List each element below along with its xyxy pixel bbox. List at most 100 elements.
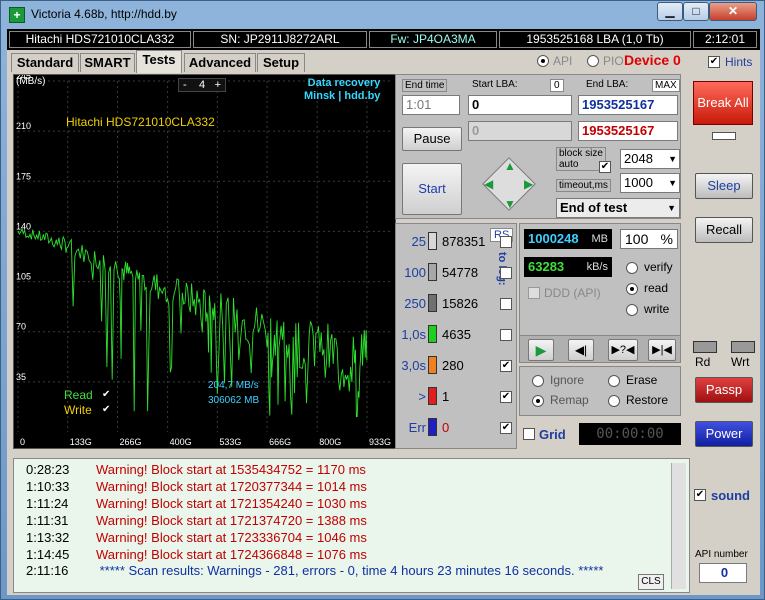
log-time: 0:28:23 (26, 462, 70, 477)
x-tick-label: 266G (119, 437, 141, 447)
api-number-field[interactable]: 0 (699, 563, 747, 583)
drive-serial: SN: JP2911J8272ARL (193, 31, 367, 48)
ddd-checkbox[interactable] (528, 287, 540, 299)
direction-pad[interactable]: ▲ ▼ ◀ ▶ (476, 151, 542, 217)
grid-label: Grid (539, 427, 566, 442)
zoom-minus[interactable]: - (183, 79, 187, 91)
log-row: 0:28:23 Warning! Block start at 153543475… (26, 462, 366, 479)
end-action-value: End of test (560, 200, 628, 215)
maximize-button[interactable]: □ (683, 2, 709, 21)
start-button[interactable]: Start (402, 163, 462, 215)
ignore-radio[interactable] (532, 375, 544, 387)
wrt-label: Wrt (731, 355, 750, 369)
block-size-select[interactable]: 2048 ▼ (620, 149, 680, 169)
read-radio[interactable] (626, 283, 638, 295)
hints-checkbox[interactable]: ✔ (708, 56, 720, 68)
to-log-checkbox[interactable] (500, 298, 512, 310)
write-radio[interactable] (626, 304, 638, 316)
zoom-plus[interactable]: + (215, 79, 221, 91)
power-button[interactable]: Power (695, 421, 753, 447)
device-label: Device 0 (624, 52, 681, 68)
log-row: 1:13:32 Warning! Block start at 172333670… (26, 530, 367, 547)
title-bar[interactable]: + Victoria 4.68b, http://hdd.by ▁ □ ✕ (1, 1, 765, 29)
stat-count: 4635 (442, 327, 471, 342)
arrow-left-icon[interactable]: ◀ (484, 177, 493, 191)
tab-setup[interactable]: Setup (257, 53, 305, 72)
log-row: 1:10:33 Warning! Block start at 172037734… (26, 479, 367, 496)
sleep-button[interactable]: Sleep (695, 173, 753, 199)
api-radio[interactable] (537, 55, 549, 67)
test-settings-panel: End time 1:01 Start LBA: 0 0 0 End LBA: … (395, 74, 681, 219)
restore-radio[interactable] (608, 395, 620, 407)
arrow-right-icon[interactable]: ▶ (524, 177, 533, 191)
verify-radio[interactable] (626, 262, 638, 274)
log-time: 1:14:45 (26, 547, 70, 562)
to-log-checkbox[interactable]: ✔ (500, 391, 512, 403)
stat-label: 1,0s (401, 327, 426, 342)
read-mode-label: read (644, 281, 669, 295)
zoom-value: 4 (198, 79, 206, 91)
progress-speed-value: 63283 (528, 259, 565, 274)
read-label: Read (64, 388, 93, 402)
block-auto-checkbox[interactable]: ✔ (599, 161, 611, 173)
to-log-checkbox[interactable] (500, 236, 512, 248)
break-all-button[interactable]: Break All (693, 81, 753, 125)
stat-row: 25 878351 (396, 232, 516, 252)
restore-label: Restore (626, 393, 669, 407)
erase-radio[interactable] (608, 375, 620, 387)
hints-label: Hints (725, 55, 753, 69)
zoom-control: - 4 + (178, 78, 226, 92)
pause-button[interactable]: Pause (402, 127, 462, 151)
timeout-label: timeout,ms (556, 179, 611, 192)
to-log-checkbox[interactable] (500, 329, 512, 341)
to-log-checkbox[interactable]: ✔ (500, 422, 512, 434)
write-mode-label: write (644, 302, 670, 316)
arrow-down-icon[interactable]: ▼ (504, 197, 516, 211)
close-button[interactable]: ✕ (709, 2, 757, 21)
x-tick-label: 0 (20, 437, 25, 447)
end-time-field[interactable]: 1:01 (402, 95, 460, 115)
remap-radio[interactable] (532, 395, 544, 407)
tab-smart[interactable]: SMART (80, 53, 135, 72)
to-log-checkbox[interactable]: ✔ (500, 360, 512, 372)
end-lba-max-button[interactable]: MAX (652, 79, 680, 92)
stat-color-box (428, 325, 437, 343)
passp-button[interactable]: Passp (695, 377, 753, 403)
log-scrollbar[interactable] (671, 463, 686, 589)
stat-row: 3,0s 280 ✔ (396, 356, 516, 376)
graph-unit: (MB/s) (16, 76, 46, 87)
stat-row: 1,0s 4635 (396, 325, 516, 345)
action-panel: Ignore Erase Remap Restore (519, 366, 681, 416)
minimize-button[interactable]: ▁ (657, 2, 683, 21)
clear-log-button[interactable]: CLS (638, 574, 664, 590)
stat-count: 280 (442, 358, 464, 373)
sound-checkbox[interactable]: ✔ (694, 489, 706, 501)
pio-radio[interactable] (587, 55, 599, 67)
chevron-down-icon: ▼ (668, 178, 677, 188)
play-icon[interactable]: ▶ (528, 339, 554, 361)
start-lba-zero-button[interactable]: 0 (550, 79, 564, 92)
read-check[interactable]: ✔ (102, 389, 110, 400)
to-log-checkbox[interactable] (500, 267, 512, 279)
log-summary-text: ***** Scan results: Warnings - 281, erro… (99, 563, 604, 578)
end-lba-field[interactable]: 1953525167 (578, 95, 678, 115)
rewind-icon[interactable]: ◀| (568, 339, 594, 361)
tab-standard[interactable]: Standard (11, 53, 79, 72)
skip-question-icon[interactable]: ▶?◀ (608, 339, 638, 361)
arrow-up-icon[interactable]: ▲ (504, 159, 516, 173)
block-size-text: block size (559, 148, 603, 159)
grid-checkbox[interactable] (523, 428, 535, 440)
write-check[interactable]: ✔ (102, 404, 110, 415)
chevron-down-icon: ▼ (667, 203, 676, 213)
progress-panel: 1000248 MB 100 % 63283 kB/s DDD (API) ve… (519, 223, 681, 353)
start-lba-field[interactable]: 0 (468, 95, 572, 115)
to-end-icon[interactable]: ▶|◀ (648, 339, 676, 361)
tab-tests[interactable]: Tests (136, 50, 182, 73)
recall-button[interactable]: Recall (695, 217, 753, 243)
tab-advanced[interactable]: Advanced (184, 53, 256, 72)
end-action-select[interactable]: End of test ▼ (556, 198, 680, 218)
x-tick-label: 933G (369, 437, 391, 447)
timeout-select[interactable]: 1000 ▼ (620, 173, 680, 193)
end-time-label: End time (402, 79, 448, 92)
stat-label: 3,0s (401, 358, 426, 373)
